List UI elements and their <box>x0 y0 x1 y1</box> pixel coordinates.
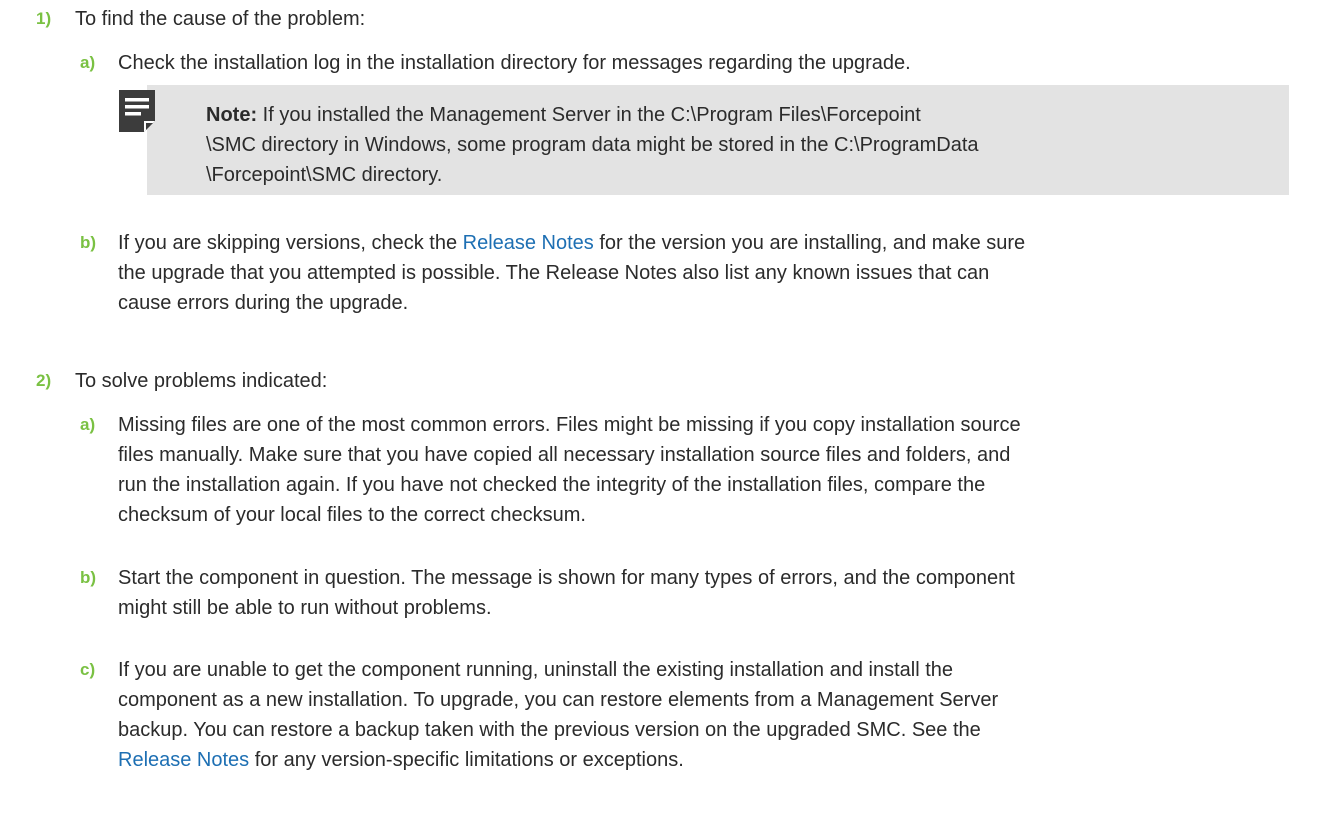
substep-text-post: for any version-specific limitations or … <box>249 749 684 771</box>
step-text: To find the cause of the problem: <box>75 8 366 30</box>
substep-text: Missing files are one of the most common… <box>118 414 1021 526</box>
release-notes-link[interactable]: Release Notes <box>118 749 249 771</box>
note-label: Note: <box>206 104 258 126</box>
substep-text-pre: If you are unable to get the component r… <box>118 659 999 741</box>
substep-letter: a) <box>80 53 96 72</box>
substep-letter: a) <box>80 415 96 434</box>
note-text: Note: If you installed the Management Se… <box>206 100 1266 190</box>
substep-letter: b) <box>80 233 97 252</box>
substep-text: Check the installation log in the instal… <box>118 52 911 74</box>
substep-letter: b) <box>80 568 97 587</box>
substep-text: Start the component in question. The mes… <box>118 567 1015 619</box>
step-number: 1) <box>36 9 52 28</box>
substep-letter: c) <box>80 660 96 679</box>
step-text: To solve problems indicated: <box>75 370 328 392</box>
substep-text: If you are skipping versions, check the … <box>118 228 1328 318</box>
substep-text-pre: If you are skipping versions, check the <box>118 232 463 254</box>
step-number: 2) <box>36 371 52 390</box>
note-body: If you installed the Management Server i… <box>206 104 979 186</box>
substep-text: If you are unable to get the component r… <box>118 655 1328 775</box>
note-icon <box>119 90 155 132</box>
release-notes-link[interactable]: Release Notes <box>463 232 594 254</box>
